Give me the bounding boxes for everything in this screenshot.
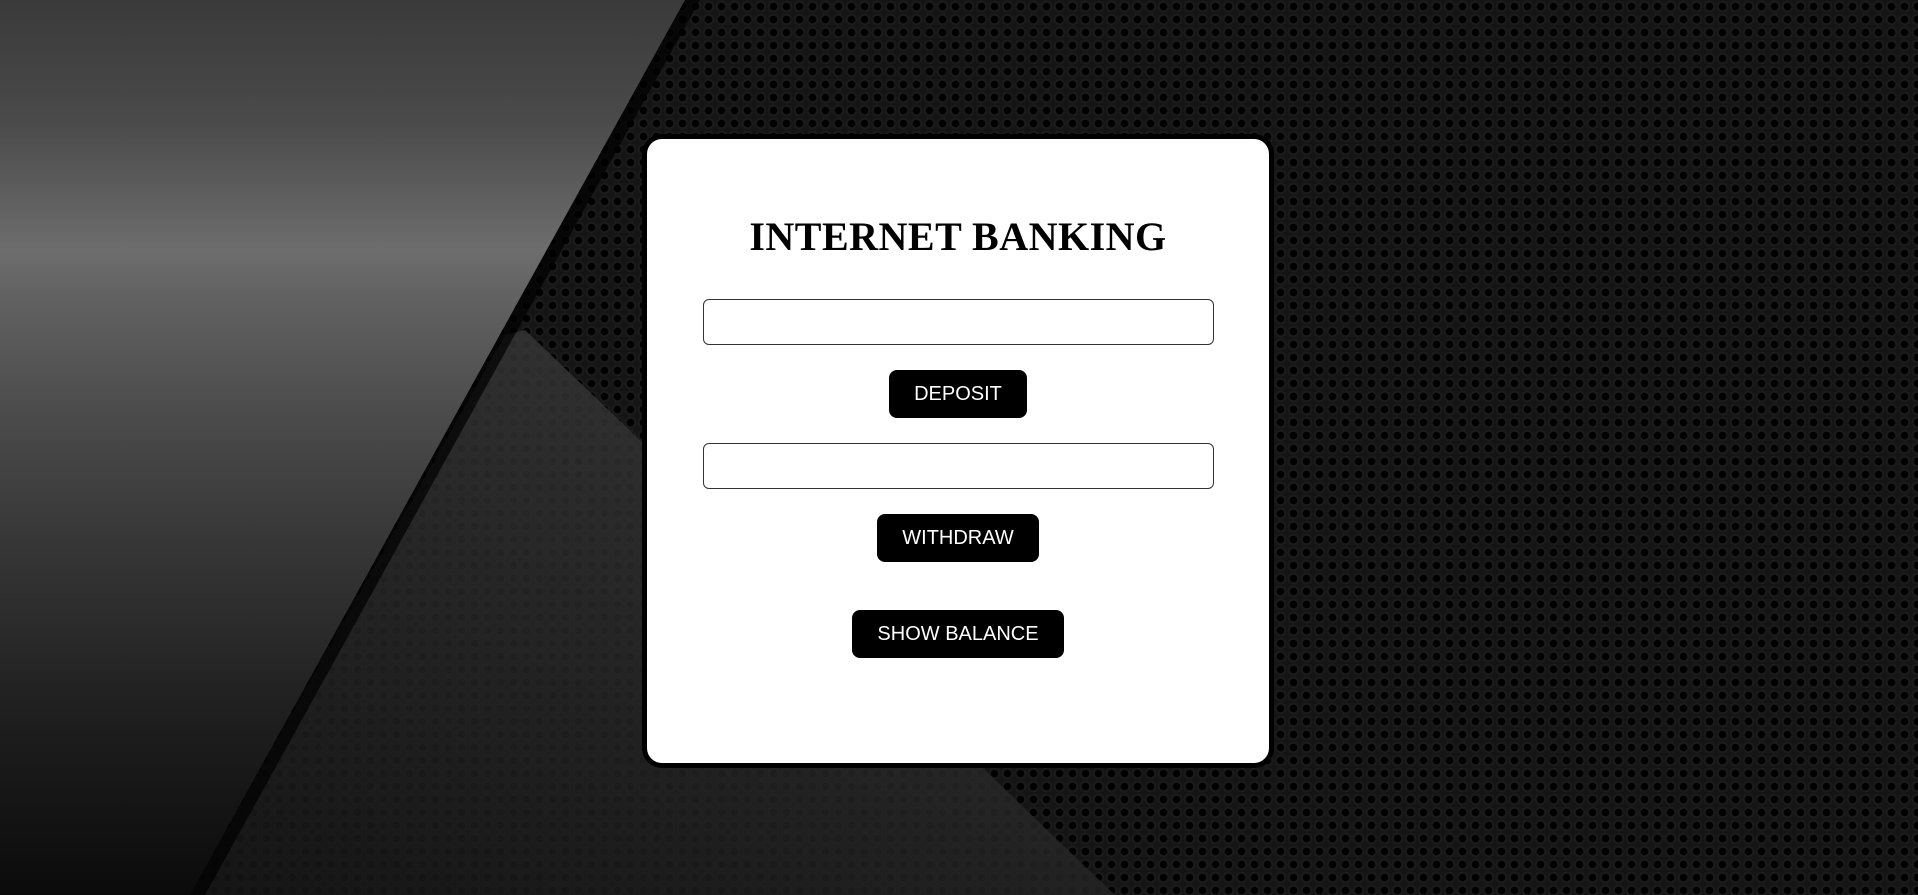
page-title: INTERNET BANKING <box>749 214 1167 259</box>
show-balance-button[interactable]: SHOW BALANCE <box>852 610 1064 658</box>
banking-card: INTERNET BANKING DEPOSIT WITHDRAW SHOW B… <box>642 134 1274 768</box>
deposit-button[interactable]: DEPOSIT <box>889 370 1027 418</box>
page-background: INTERNET BANKING DEPOSIT WITHDRAW SHOW B… <box>0 0 1918 895</box>
withdraw-button[interactable]: WITHDRAW <box>877 514 1039 562</box>
deposit-amount-input[interactable] <box>702 299 1214 345</box>
withdraw-amount-input[interactable] <box>702 443 1214 489</box>
